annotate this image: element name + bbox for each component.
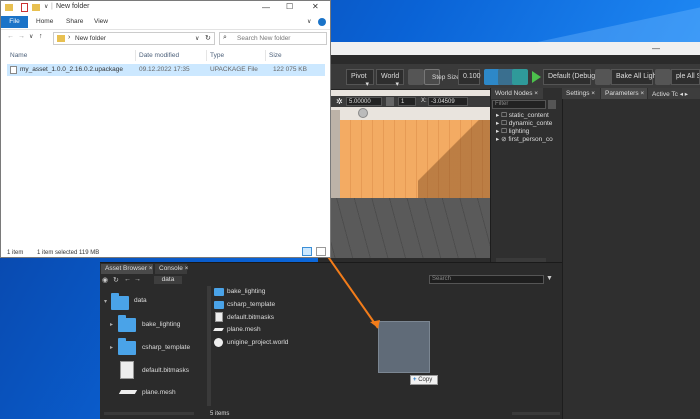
status-item-count: 1 item — [7, 250, 24, 256]
column-header-size[interactable]: Size — [269, 52, 282, 59]
search-icon: ⌕ — [223, 34, 227, 41]
file-size: 122 075 KB — [273, 66, 307, 73]
search-placeholder: Search New folder — [237, 35, 291, 42]
up-icon[interactable]: ↑ — [39, 33, 43, 40]
expand-ribbon-icon[interactable]: ∨ — [307, 18, 311, 25]
status-selection: 1 item selected 119 MB — [37, 250, 100, 256]
folder-icon — [5, 4, 13, 11]
column-header-date[interactable]: Date modified — [139, 52, 179, 59]
window-title: New folder — [56, 3, 90, 10]
minimize-button[interactable]: — — [262, 3, 270, 12]
ribbon-tab-file[interactable]: File — [1, 16, 28, 28]
column-divider — [265, 50, 266, 61]
title-separator: | — [51, 3, 53, 10]
column-divider — [206, 50, 207, 61]
quick-access-dropdown[interactable]: ∨ — [44, 3, 48, 10]
breadcrumb[interactable]: New folder — [75, 35, 106, 42]
column-header-type[interactable]: Type — [210, 52, 224, 59]
file-name: my_asset_1.0.0_2.16.0.2.upackage — [20, 66, 123, 73]
ribbon-divider — [1, 29, 330, 30]
ribbon-tab-view[interactable]: View — [94, 18, 108, 25]
column-divider — [135, 50, 136, 61]
ribbon-tab-share[interactable]: Share — [66, 18, 83, 25]
properties-icon[interactable] — [21, 3, 28, 12]
address-bar[interactable]: › New folder ∨ ↻ — [53, 32, 215, 45]
help-icon[interactable] — [318, 18, 326, 26]
ribbon-tab-home[interactable]: Home — [36, 18, 53, 25]
back-icon[interactable]: ← — [7, 33, 14, 40]
breadcrumb-separator: › — [68, 34, 71, 41]
new-folder-icon[interactable] — [32, 4, 40, 11]
drag-arrow-head — [370, 320, 380, 328]
file-icon — [10, 66, 17, 74]
details-view-icon[interactable] — [302, 247, 312, 256]
search-input[interactable]: ⌕ Search New folder — [219, 32, 327, 45]
column-header-name[interactable]: Name — [10, 52, 27, 59]
large-icons-view-icon[interactable] — [316, 247, 326, 256]
recent-locations-icon[interactable]: ∨ — [29, 33, 33, 40]
file-date: 09.12.2022 17:35 — [139, 66, 190, 73]
maximize-button[interactable]: ☐ — [286, 2, 293, 11]
folder-icon — [57, 35, 65, 42]
file-type: UPACKAGE File — [210, 66, 258, 73]
refresh-icon[interactable]: ↻ — [205, 34, 211, 42]
file-row[interactable]: my_asset_1.0.0_2.16.0.2.upackage 09.12.2… — [7, 64, 325, 76]
file-explorer-window: ∨ | New folder — ☐ ✕ File Home Share Vie… — [0, 0, 331, 258]
address-dropdown-icon[interactable]: ∨ — [195, 35, 199, 42]
forward-icon[interactable]: → — [18, 33, 25, 40]
close-button[interactable]: ✕ — [312, 2, 319, 11]
